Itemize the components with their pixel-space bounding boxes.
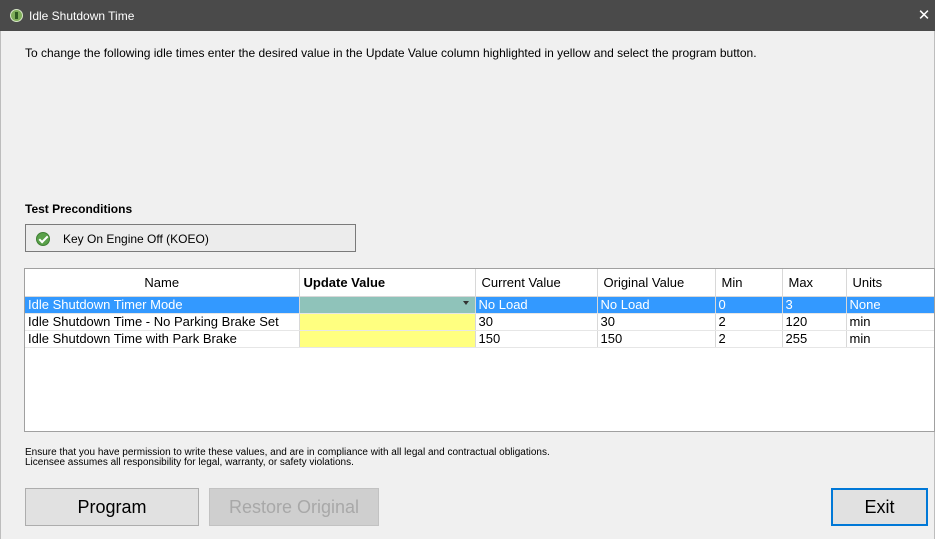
column-header-units[interactable]: Units <box>846 269 934 297</box>
cell-max: 255 <box>782 330 847 348</box>
grid-header-row: Name Update Value Current Value Original… <box>25 269 934 297</box>
cell-min: 2 <box>715 330 783 348</box>
app-icon <box>10 9 23 22</box>
cell-name: Idle Shutdown Time with Park Brake <box>25 330 300 348</box>
preconditions-heading: Test Preconditions <box>25 202 133 216</box>
precondition-label: Key On Engine Off (KOEO) <box>63 232 209 246</box>
close-button[interactable]: ✕ <box>913 0 935 31</box>
cell-current-value: No Load <box>475 296 598 314</box>
instructions-text: To change the following idle times enter… <box>25 46 757 60</box>
cell-name: Idle Shutdown Timer Mode <box>25 296 300 314</box>
cell-units: min <box>846 313 934 331</box>
cell-min: 0 <box>715 296 783 314</box>
check-circle-icon <box>36 232 50 246</box>
window-title: Idle Shutdown Time <box>29 9 135 23</box>
table-row[interactable]: Idle Shutdown Time with Park Brake 150 1… <box>25 330 934 348</box>
column-header-current-value[interactable]: Current Value <box>475 269 598 297</box>
table-row[interactable]: Idle Shutdown Time - No Parking Brake Se… <box>25 313 934 331</box>
parameters-grid[interactable]: Name Update Value Current Value Original… <box>24 268 935 432</box>
cell-units: min <box>846 330 934 348</box>
column-header-max[interactable]: Max <box>782 269 847 297</box>
cell-min: 2 <box>715 313 783 331</box>
chevron-down-icon[interactable] <box>462 300 469 305</box>
disclaimer-text: Ensure that you have permission to write… <box>25 448 550 468</box>
update-value-input[interactable] <box>299 330 476 348</box>
update-value-input[interactable] <box>299 313 476 331</box>
table-row[interactable]: Idle Shutdown Timer Mode No Load No Load… <box>25 296 934 314</box>
cell-current-value: 30 <box>475 313 598 331</box>
column-header-update-value[interactable]: Update Value <box>299 269 476 297</box>
column-header-name[interactable]: Name <box>25 269 300 297</box>
cell-name: Idle Shutdown Time - No Parking Brake Se… <box>25 313 300 331</box>
cell-units: None <box>846 296 934 314</box>
cell-original-value: 30 <box>597 313 716 331</box>
restore-original-button[interactable]: Restore Original <box>209 488 379 526</box>
program-button[interactable]: Program <box>25 488 199 526</box>
update-value-dropdown[interactable] <box>299 296 476 314</box>
column-header-original-value[interactable]: Original Value <box>597 269 716 297</box>
title-bar[interactable]: Idle Shutdown Time ✕ <box>0 0 935 31</box>
disclaimer-line-2: Licensee assumes all responsibility for … <box>25 457 354 468</box>
cell-original-value: No Load <box>597 296 716 314</box>
cell-max: 3 <box>782 296 847 314</box>
exit-button[interactable]: Exit <box>831 488 928 526</box>
precondition-item: Key On Engine Off (KOEO) <box>25 224 356 252</box>
cell-current-value: 150 <box>475 330 598 348</box>
column-header-min[interactable]: Min <box>715 269 783 297</box>
cell-max: 120 <box>782 313 847 331</box>
cell-original-value: 150 <box>597 330 716 348</box>
